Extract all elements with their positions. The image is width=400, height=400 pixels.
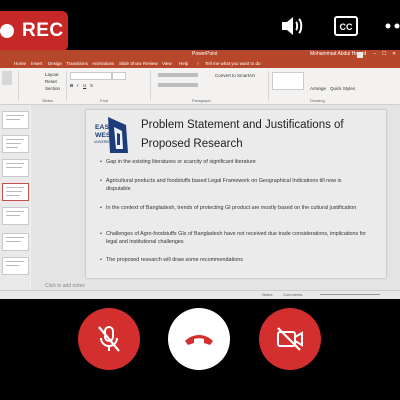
mute-mic-button[interactable] xyxy=(78,308,140,370)
bullet-item: • In the context of Bangladesh, trends of… xyxy=(100,205,357,211)
bullet-item: • The proposed research will draw some re… xyxy=(100,257,243,263)
search-text[interactable]: Tell me what you want to do xyxy=(205,61,261,66)
shared-screen: PowerPoint Mohammad Abdul Hamid – ☐ ✕ Ho… xyxy=(0,50,400,299)
ribbon-tabs: Home Insert Design Transitions Animation… xyxy=(0,60,400,68)
reset-button[interactable]: Reset xyxy=(45,79,57,84)
tab-insert[interactable]: Insert xyxy=(31,61,42,66)
align-icon[interactable] xyxy=(158,83,198,87)
convert-smartart[interactable]: Convert to SmartArt xyxy=(215,73,255,78)
camera-off-icon xyxy=(277,327,303,351)
zoom-slider[interactable] xyxy=(320,294,380,295)
underline-icon[interactable]: U xyxy=(83,83,86,88)
bold-icon[interactable]: B xyxy=(70,83,73,88)
group-font: Font xyxy=(100,98,109,103)
avatar xyxy=(357,52,363,58)
slide-thumbnail[interactable] xyxy=(2,135,29,153)
mic-muted-icon xyxy=(98,326,120,352)
rec-label: REC xyxy=(22,20,64,41)
tab-help[interactable]: Help xyxy=(179,61,188,66)
more-icon[interactable] xyxy=(382,12,400,40)
tab-design[interactable]: Design xyxy=(48,61,62,66)
tab-home[interactable]: Home xyxy=(14,61,26,66)
closed-captions-icon[interactable]: CC xyxy=(329,12,363,40)
svg-text:WEST: WEST xyxy=(95,132,115,139)
bullet-item: • Challenges of Agro-foodstuffs GIs of Ba… xyxy=(100,231,367,245)
bullet-item: • Agricultural products and foodstuffs ba… xyxy=(100,178,342,192)
group-slides: Slides xyxy=(42,98,53,103)
volume-icon[interactable] xyxy=(275,12,309,40)
arrange-button[interactable]: Arrange xyxy=(310,86,326,91)
slide-canvas: EAST WEST UNIVERSITY Problem Statement a… xyxy=(31,105,400,297)
svg-text:CC: CC xyxy=(340,22,353,32)
app-title: PowerPoint xyxy=(192,51,218,57)
slide-thumbnails xyxy=(0,105,30,297)
group-paragraph: Paragraph xyxy=(192,98,211,103)
university-logo: EAST WEST UNIVERSITY xyxy=(94,115,132,155)
lightbulb-icon: ♀ xyxy=(196,61,200,66)
close-icon[interactable]: ✕ xyxy=(392,51,396,57)
minimize-icon[interactable]: – xyxy=(373,51,376,57)
slide-thumbnail[interactable] xyxy=(2,159,29,177)
slide[interactable]: EAST WEST UNIVERSITY Problem Statement a… xyxy=(86,110,386,278)
tab-review[interactable]: Review xyxy=(143,61,158,66)
hang-up-button[interactable] xyxy=(168,308,230,370)
recording-indicator: REC xyxy=(0,11,68,51)
comments-button[interactable]: Comments xyxy=(283,292,302,297)
bullets-icon[interactable] xyxy=(158,73,198,77)
layout-button[interactable]: Layout xyxy=(45,72,59,77)
paste-icon[interactable] xyxy=(2,71,12,85)
slide-thumbnail[interactable] xyxy=(2,111,29,129)
tab-slide-show[interactable]: Slide Show xyxy=(119,61,142,66)
slide-thumbnail[interactable] xyxy=(2,233,29,251)
notes-button[interactable]: Notes xyxy=(262,292,272,297)
slide-thumbnail[interactable] xyxy=(2,207,29,225)
tab-view[interactable]: View xyxy=(162,61,172,66)
svg-text:UNIVERSITY: UNIVERSITY xyxy=(94,140,114,144)
maximize-icon[interactable]: ☐ xyxy=(382,51,386,57)
slide-thumbnail-selected[interactable] xyxy=(2,183,29,201)
shapes-gallery[interactable] xyxy=(272,72,304,90)
group-drawing: Drawing xyxy=(310,98,325,103)
strikethrough-icon[interactable]: S xyxy=(90,83,93,88)
slide-title: Problem Statement and Justifications of … xyxy=(141,119,344,150)
svg-text:EAST: EAST xyxy=(95,124,114,131)
font-size-box[interactable] xyxy=(112,72,126,80)
bullet-item: • Gap in the existing literatures or scar… xyxy=(100,159,256,165)
notes-placeholder[interactable]: Click to add notes xyxy=(45,283,85,289)
ppt-title-bar: PowerPoint Mohammad Abdul Hamid – ☐ ✕ xyxy=(0,50,400,60)
tab-animations[interactable]: Animations xyxy=(92,61,114,66)
record-dot-icon xyxy=(0,24,14,38)
camera-off-button[interactable] xyxy=(259,308,321,370)
hang-up-icon xyxy=(185,335,213,345)
italic-icon[interactable]: I xyxy=(77,83,78,88)
section-button[interactable]: Section xyxy=(45,86,60,91)
quick-styles-button[interactable]: Quick Styles xyxy=(330,86,355,91)
tab-transitions[interactable]: Transitions xyxy=(66,61,88,66)
font-name-box[interactable] xyxy=(70,72,112,80)
status-bar: Notes Comments xyxy=(0,290,400,299)
slide-thumbnail[interactable] xyxy=(2,257,29,275)
ribbon: Layout Reset Section Slides B I U S Font… xyxy=(0,68,400,105)
